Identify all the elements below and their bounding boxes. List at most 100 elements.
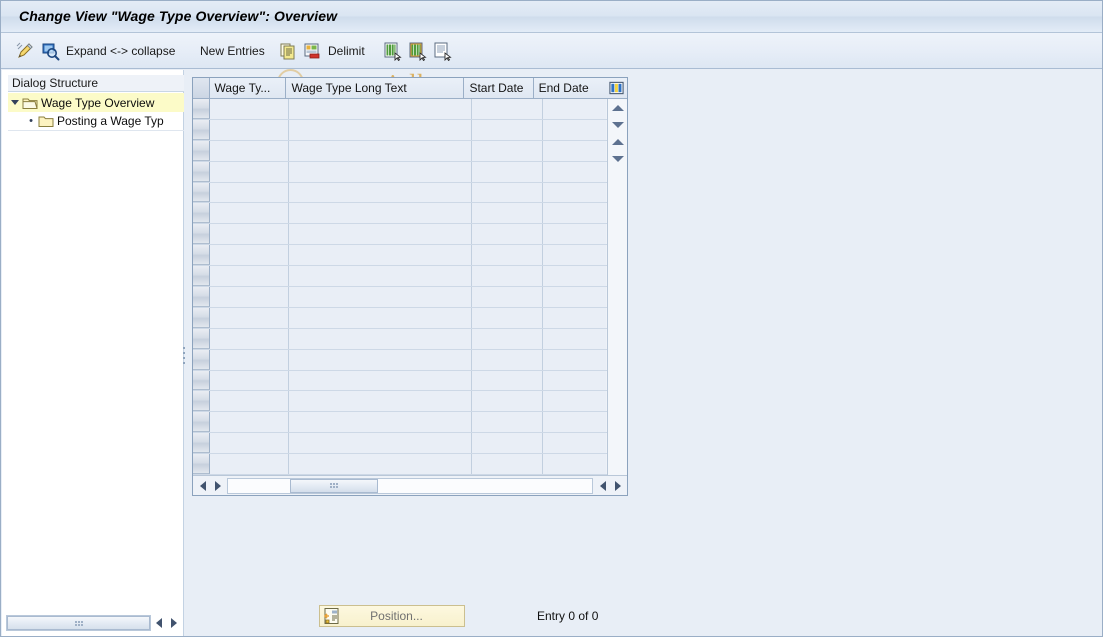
cell-wage-type-long-text[interactable] [289, 370, 472, 391]
table-row[interactable] [193, 391, 607, 413]
cell-wage-type[interactable] [210, 119, 289, 140]
cell-end-date[interactable] [543, 370, 606, 391]
cell-start-date[interactable] [472, 391, 543, 412]
cell-end-date[interactable] [543, 328, 606, 349]
cell-wage-type[interactable] [210, 391, 289, 412]
cell-wage-type[interactable] [210, 161, 289, 182]
cell-wage-type[interactable] [210, 266, 289, 287]
row-selector[interactable] [193, 161, 210, 182]
cell-wage-type[interactable] [210, 224, 289, 245]
table-row[interactable] [193, 287, 607, 308]
tree-item-posting-a-wage-type[interactable]: • Posting a Wage Typ [8, 112, 184, 131]
cell-start-date[interactable] [472, 412, 543, 433]
cell-end-date[interactable] [543, 203, 606, 224]
table-row[interactable] [193, 119, 607, 141]
display-detail-button[interactable] [40, 39, 60, 63]
cell-end-date[interactable] [543, 245, 606, 266]
cell-wage-type-long-text[interactable] [289, 224, 472, 245]
cell-start-date[interactable] [472, 224, 543, 245]
cell-wage-type[interactable] [210, 203, 289, 224]
table-horizontal-scrollbar[interactable] [193, 475, 627, 495]
delimit-button[interactable]: Delimit [328, 39, 365, 63]
copy-as-button[interactable] [278, 39, 298, 63]
table-scroll-thumb[interactable] [290, 478, 378, 493]
select-all-button[interactable] [382, 39, 402, 63]
row-selector[interactable] [193, 433, 210, 454]
cell-wage-type-long-text[interactable] [289, 307, 472, 328]
cell-start-date[interactable] [472, 328, 543, 349]
cell-end-date[interactable] [543, 412, 606, 433]
cell-wage-type[interactable] [210, 245, 289, 266]
table-row[interactable] [193, 182, 607, 204]
cell-start-date[interactable] [472, 245, 543, 266]
row-selector[interactable] [193, 287, 210, 307]
cell-wage-type[interactable] [210, 454, 289, 475]
cell-end-date[interactable] [543, 266, 606, 287]
cell-start-date[interactable] [472, 454, 543, 475]
cell-end-date[interactable] [543, 161, 606, 182]
table-row[interactable] [193, 161, 607, 183]
table-row[interactable] [193, 454, 607, 475]
table-row[interactable] [193, 266, 607, 288]
table-row[interactable] [193, 412, 607, 434]
column-header-wage-type-long-text[interactable]: Wage Type Long Text [286, 78, 465, 98]
row-selector[interactable] [193, 349, 210, 370]
table-scroll-next-button[interactable] [610, 478, 625, 494]
cell-end-date[interactable] [543, 307, 606, 328]
cell-wage-type-long-text[interactable] [289, 454, 472, 475]
cell-start-date[interactable] [472, 433, 543, 454]
cell-wage-type-long-text[interactable] [289, 266, 472, 287]
row-selector[interactable] [193, 307, 210, 328]
cell-end-date[interactable] [543, 391, 606, 412]
select-block-button[interactable] [407, 39, 427, 63]
row-selector[interactable] [193, 370, 210, 391]
table-row[interactable] [193, 245, 607, 267]
table-scroll-right-button[interactable] [210, 478, 225, 494]
cell-end-date[interactable] [543, 224, 606, 245]
table-row[interactable] [193, 349, 607, 371]
tree-item-wage-type-overview[interactable]: Wage Type Overview [8, 93, 184, 112]
sidebar-scroll-track[interactable] [6, 615, 151, 631]
cell-start-date[interactable] [472, 182, 543, 203]
new-entries-button[interactable]: New Entries [200, 39, 265, 63]
scroll-page-down-button[interactable] [608, 150, 627, 167]
cell-start-date[interactable] [472, 370, 543, 391]
row-selector[interactable] [193, 391, 210, 412]
cell-wage-type[interactable] [210, 349, 289, 370]
panel-splitter[interactable] [181, 331, 187, 379]
cell-end-date[interactable] [543, 99, 606, 119]
row-selector[interactable] [193, 328, 210, 349]
position-button[interactable]: Position... [319, 605, 465, 627]
cell-start-date[interactable] [472, 266, 543, 287]
cell-wage-type-long-text[interactable] [289, 412, 472, 433]
deselect-all-button[interactable] [432, 39, 452, 63]
expand-collapse-icon[interactable] [8, 93, 22, 112]
cell-wage-type-long-text[interactable] [289, 391, 472, 412]
cell-start-date[interactable] [472, 140, 543, 161]
cell-wage-type-long-text[interactable] [289, 203, 472, 224]
table-row[interactable] [193, 328, 607, 350]
cell-wage-type[interactable] [210, 412, 289, 433]
cell-wage-type-long-text[interactable] [289, 119, 472, 140]
cell-wage-type-long-text[interactable] [289, 328, 472, 349]
table-scroll-left-button[interactable] [195, 478, 210, 494]
table-vertical-scrollbar[interactable] [607, 99, 627, 475]
cell-wage-type-long-text[interactable] [289, 99, 472, 119]
cell-wage-type-long-text[interactable] [289, 182, 472, 203]
row-selector[interactable] [193, 99, 210, 119]
row-selector[interactable] [193, 119, 210, 140]
table-row[interactable] [193, 224, 607, 246]
column-header-end-date[interactable]: End Date [533, 78, 606, 98]
table-scroll-track[interactable] [227, 477, 593, 494]
cell-end-date[interactable] [543, 454, 606, 475]
scroll-down-button[interactable] [608, 133, 627, 150]
row-selector[interactable] [193, 454, 210, 475]
cell-wage-type-long-text[interactable] [289, 245, 472, 266]
cell-wage-type[interactable] [210, 99, 289, 119]
column-header-wage-type[interactable]: Wage Ty... [209, 78, 287, 98]
expand-collapse-button[interactable]: Expand <-> collapse [66, 39, 175, 63]
row-selector[interactable] [193, 412, 210, 433]
scroll-up-button[interactable] [608, 116, 627, 133]
cell-wage-type-long-text[interactable] [289, 161, 472, 182]
cell-start-date[interactable] [472, 203, 543, 224]
